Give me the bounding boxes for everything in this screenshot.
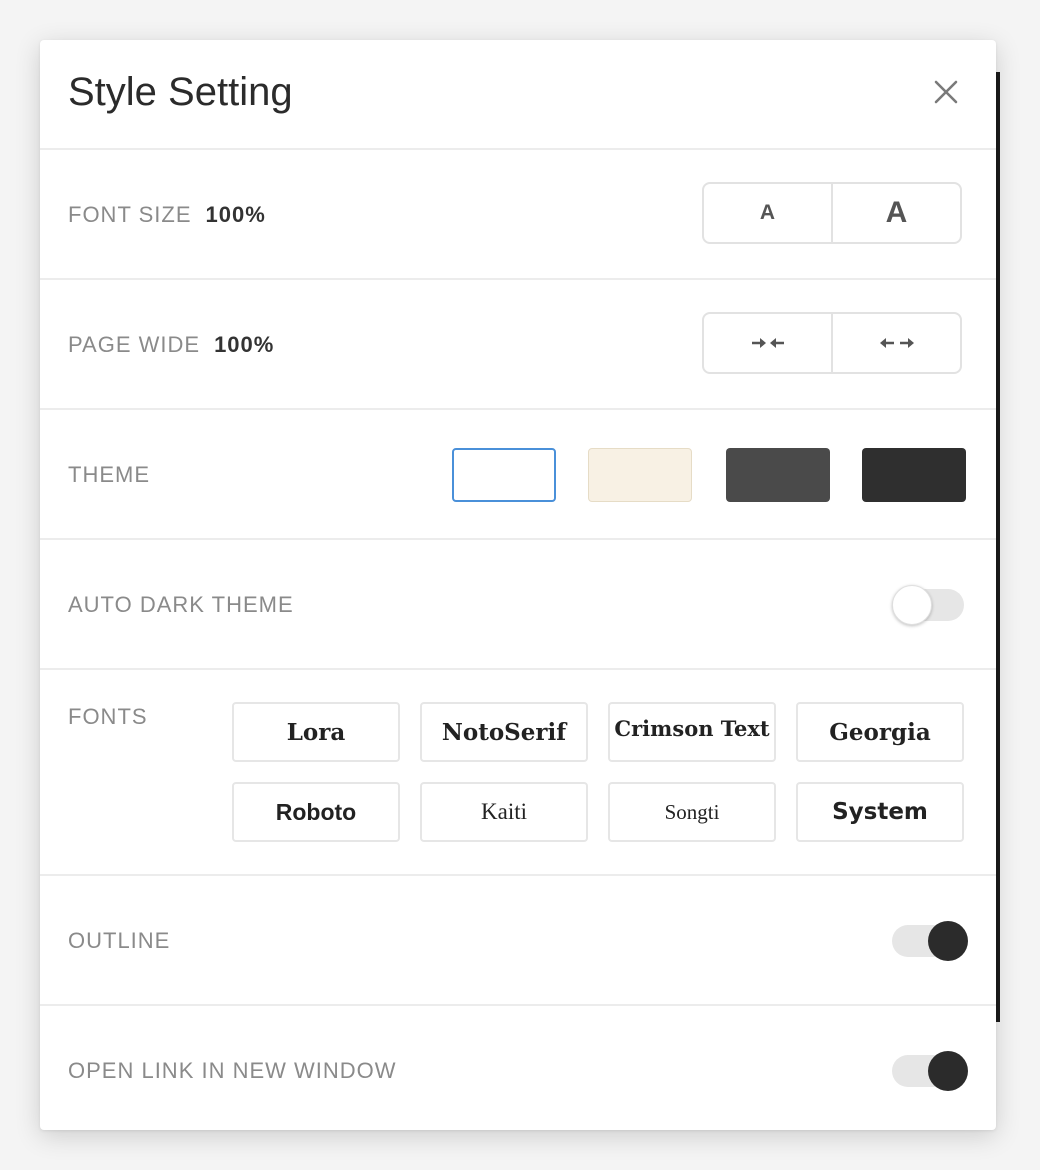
narrow-page-button[interactable] bbox=[704, 314, 831, 372]
font-option-kaiti[interactable]: Kaiti bbox=[420, 782, 588, 842]
open-link-new-window-toggle[interactable] bbox=[892, 1049, 972, 1091]
fonts-label: FONTS bbox=[68, 704, 148, 729]
outline-toggle[interactable] bbox=[892, 919, 972, 961]
open-link-new-window-label: OPEN LINK IN NEW WINDOW bbox=[68, 1058, 397, 1083]
wide-page-button[interactable] bbox=[831, 314, 960, 372]
outline-label: OUTLINE bbox=[68, 928, 171, 953]
increase-font-size-label: A bbox=[885, 196, 908, 229]
fonts-row: FONTS Lora NotoSerif Crimson Text Georgi… bbox=[40, 670, 996, 876]
font-size-row: FONT SIZE 100% A A bbox=[40, 150, 996, 280]
font-option-lora[interactable]: Lora bbox=[232, 702, 400, 762]
theme-sepia-swatch[interactable] bbox=[588, 448, 692, 502]
close-icon bbox=[934, 80, 958, 104]
auto-dark-theme-toggle[interactable] bbox=[892, 583, 972, 625]
auto-dark-theme-row: AUTO DARK THEME bbox=[40, 540, 996, 670]
dialog-title: Style Setting bbox=[68, 70, 293, 114]
font-size-label-text: FONT SIZE bbox=[68, 202, 192, 227]
page-wide-value: 100% bbox=[214, 332, 275, 357]
font-option-songti[interactable]: Songti bbox=[608, 782, 776, 842]
theme-label: THEME bbox=[68, 462, 150, 487]
toggle-knob bbox=[928, 1051, 968, 1091]
dialog-header: Style Setting bbox=[40, 40, 996, 150]
decrease-font-size-label: A bbox=[759, 201, 776, 224]
open-link-new-window-row: OPEN LINK IN NEW WINDOW bbox=[40, 1006, 996, 1130]
page-wide-row: PAGE WIDE 100% bbox=[40, 280, 996, 410]
decrease-font-size-button[interactable]: A bbox=[704, 184, 831, 242]
font-option-crimson-text[interactable]: Crimson Text bbox=[608, 702, 776, 762]
close-button[interactable] bbox=[928, 74, 964, 110]
page-wide-control bbox=[702, 312, 962, 374]
page-wide-label: PAGE WIDE 100% bbox=[68, 331, 274, 359]
toggle-knob bbox=[892, 585, 932, 625]
font-size-value: 100% bbox=[205, 202, 266, 227]
increase-font-size-button[interactable]: A bbox=[831, 184, 960, 242]
font-option-roboto[interactable]: Roboto bbox=[232, 782, 400, 842]
arrows-outward-icon bbox=[879, 338, 914, 348]
page-wide-label-text: PAGE WIDE bbox=[68, 332, 201, 357]
outline-row: OUTLINE bbox=[40, 876, 996, 1006]
font-option-system[interactable]: System bbox=[796, 782, 964, 842]
theme-white-swatch[interactable] bbox=[452, 448, 556, 502]
font-size-control: A A bbox=[702, 182, 962, 244]
font-option-georgia[interactable]: Georgia bbox=[796, 702, 964, 762]
theme-dark-swatch[interactable] bbox=[862, 448, 966, 502]
arrows-inward-icon bbox=[751, 338, 784, 348]
auto-dark-theme-label: AUTO DARK THEME bbox=[68, 592, 294, 617]
font-option-notoserif[interactable]: NotoSerif bbox=[420, 702, 588, 762]
theme-gray-swatch[interactable] bbox=[726, 448, 830, 502]
font-size-label: FONT SIZE 100% bbox=[68, 201, 266, 229]
style-setting-dialog: Style Setting FONT SIZE 100% A A PAGE WID… bbox=[40, 40, 996, 1130]
theme-row: THEME bbox=[40, 410, 996, 540]
toggle-knob bbox=[928, 921, 968, 961]
